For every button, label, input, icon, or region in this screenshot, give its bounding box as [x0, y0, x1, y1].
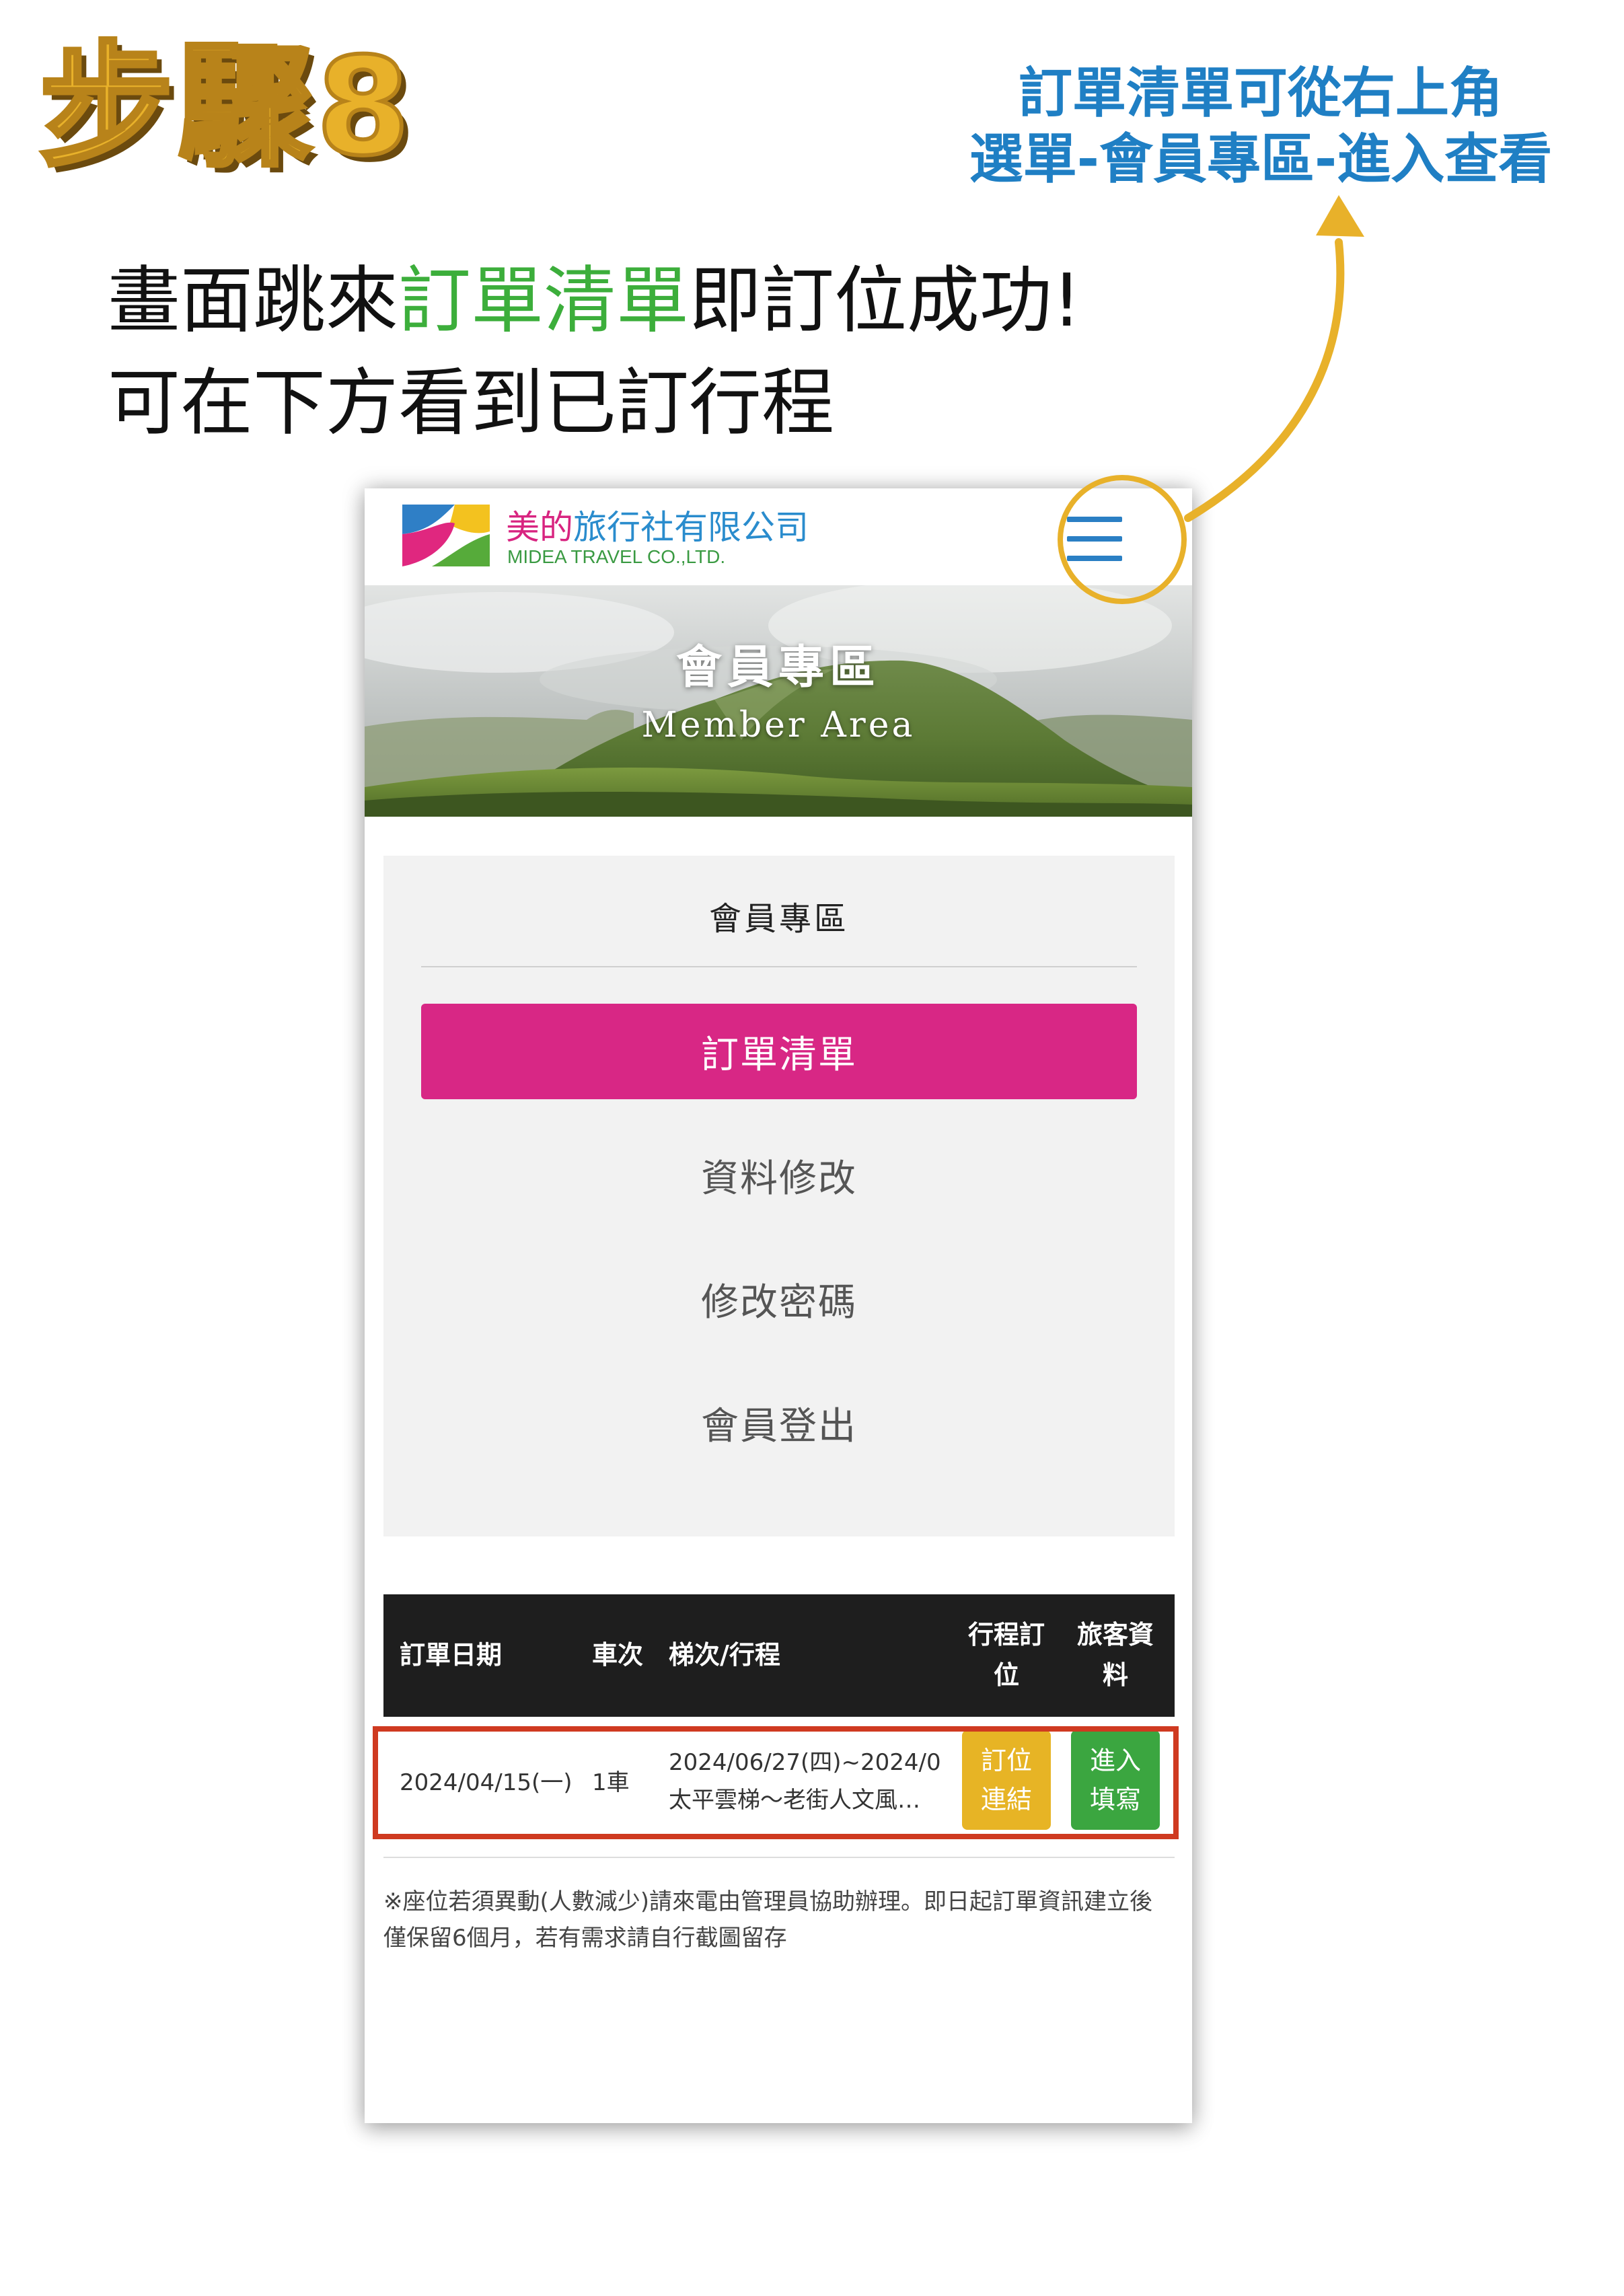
company-name-en: MIDEA TRAVEL CO.,LTD.	[507, 546, 726, 567]
sidebar-item-logout[interactable]: 會員登出	[421, 1375, 1137, 1471]
arrow-head	[1316, 195, 1364, 237]
member-area-banner: 會員專區 Member Area	[365, 585, 1192, 817]
instruction-line-1-start: 畫面跳來	[108, 259, 399, 343]
arrow-shaft	[1184, 238, 1345, 522]
instruction-highlight: 訂單清單	[398, 259, 690, 343]
header-traveler: 旅客資 料	[1068, 1615, 1162, 1695]
sidebar-item-edit-profile[interactable]: 資料修改	[421, 1127, 1137, 1223]
notice-line-2: 僅保留6個月，若有需求請自行截圖留存	[383, 1925, 787, 1952]
sidebar-item-order-list[interactable]: 訂單清單	[421, 1004, 1137, 1099]
company-name: 美的旅行社有限公司	[506, 501, 809, 549]
company-name-rest: 旅行社有限公司	[573, 508, 809, 547]
hamburger-menu-icon[interactable]	[1067, 517, 1122, 561]
phone-screenshot: 美的旅行社有限公司 MIDEA TRAVEL CO.,LTD. 會員專區 Mem…	[365, 488, 1192, 2123]
orders-table-header: 訂單日期 車次 梯次/行程 行程訂 位 旅客資 料	[383, 1594, 1175, 1717]
instruction-text: 畫面跳來訂單清單即訂位成功! 可在下方看到已訂行程	[108, 250, 1081, 455]
site-header: 美的旅行社有限公司 MIDEA TRAVEL CO.,LTD.	[365, 488, 1192, 585]
header-trip: 梯次/行程	[669, 1640, 780, 1670]
instruction-line-1: 畫面跳來訂單清單即訂位成功!	[108, 250, 1081, 353]
menu-bar	[1067, 536, 1122, 542]
member-sidebar-menu: 會員專區 訂單清單 資料修改 修改密碼 會員登出	[383, 856, 1175, 1536]
company-logo-mark	[402, 505, 490, 566]
highlight-outline	[373, 1726, 1179, 1839]
hint-line-1: 訂單清單可從右上角	[1019, 62, 1503, 124]
header-car: 車次	[592, 1640, 644, 1670]
annotation-hint: 訂單清單可從右上角 選單-會員專區-進入查看	[924, 61, 1597, 192]
menu-bar	[1067, 517, 1122, 522]
hint-line-2: 選單-會員專區-進入查看	[969, 128, 1553, 190]
header-booking: 行程訂 位	[959, 1615, 1054, 1695]
header-booking-line-1: 行程訂	[967, 1620, 1045, 1650]
header-order-date: 訂單日期	[400, 1640, 503, 1670]
instruction-line-2: 可在下方看到已訂行程	[108, 361, 835, 445]
banner-title: 會員專區	[675, 641, 881, 694]
notice-line-1: ※座位若須異動(人數減少)請來電由管理員協助辦理。即日起訂單資訊建立後	[383, 1888, 1153, 1915]
sidebar-item-change-password[interactable]: 修改密碼	[421, 1251, 1137, 1347]
step-title: 步驟8	[37, 29, 414, 186]
mountain-landscape-image	[365, 585, 1192, 817]
instruction-line-1-end: 即訂位成功!	[689, 259, 1082, 343]
company-name-accent: 美的	[506, 508, 573, 547]
header-booking-line-2: 位	[993, 1660, 1019, 1690]
menu-bar	[1067, 556, 1122, 561]
table-divider	[383, 1857, 1175, 1858]
header-traveler-line-2: 料	[1102, 1660, 1128, 1690]
notice-text: ※座位若須異動(人數減少)請來電由管理員協助辦理。即日起訂單資訊建立後 僅保留6…	[383, 1884, 1175, 1956]
header-traveler-line-1: 旅客資	[1076, 1620, 1154, 1650]
sidebar-heading: 會員專區	[421, 892, 1137, 967]
banner-subtitle: Member Area	[641, 705, 916, 745]
